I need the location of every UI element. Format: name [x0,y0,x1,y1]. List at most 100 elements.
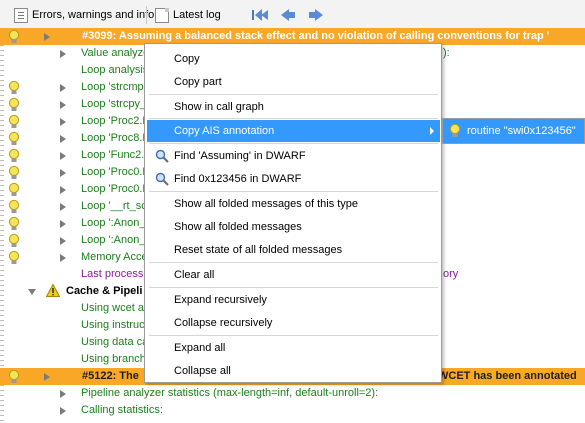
menu-item-label: Copy [174,53,200,65]
toolbar-divider [146,6,147,24]
tree-row-text: Value analyzer [81,47,153,59]
expand-right-icon[interactable] [60,203,66,211]
jump-first-icon [252,9,268,21]
menu-item-find-assuming[interactable]: Find 'Assuming' in DWARF [147,145,440,167]
menu-item-label: Copy part [174,76,222,88]
tree-row-text: Loop 'Func2.L [81,149,151,161]
tree-row-text: Using branch [81,353,146,365]
tree-row-text-tail: ): [443,47,450,59]
next-button[interactable] [306,6,326,24]
tree-row-text: #5122: The [82,370,139,382]
tree-row-text: Loop 'strcmp [81,81,144,93]
tree-row-text: Using data ca [81,336,149,348]
expand-right-icon[interactable] [44,373,50,381]
menu-item-show-call-graph[interactable]: Show in call graph [147,96,440,118]
tree-row[interactable]: Calling statistics: [0,402,585,419]
menu-item-reset-folded[interactable]: Reset state of all folded messages [147,239,440,261]
menu-item-label: Expand all [174,342,226,354]
menu-separator [149,191,438,192]
menu-item-show-folded-type[interactable]: Show all folded messages of this type [147,193,440,215]
warning-icon [45,283,61,297]
menu-item-label: Reset state of all folded messages [174,244,343,256]
expand-right-icon[interactable] [60,152,66,160]
menu-separator [149,335,438,336]
errors-warnings-label: Errors, warnings and info [32,9,155,21]
tree-row-text: #3099: Assuming a balanced stack effect … [82,30,550,42]
expand-right-icon[interactable] [60,135,66,143]
menu-item-expand-recursively[interactable]: Expand recursively [147,289,440,311]
menu-item-copy-part[interactable]: Copy part [147,71,440,93]
magnifier-icon [155,172,169,186]
menu-item-label: Show all folded messages [174,221,302,233]
tree-row-text: Using instruct [81,319,148,331]
menu-item-copy[interactable]: Copy [147,48,440,70]
expand-right-icon[interactable] [60,84,66,92]
magnifier-icon [155,149,169,163]
tree-row-text: Loop 'Proc2.L [81,115,149,127]
menu-item-label: Show all folded messages of this type [174,198,359,210]
tree-row-text: Loop 'Proc0.L [81,166,149,178]
menu-item-find-address[interactable]: Find 0x123456 in DWARF [147,168,440,190]
expand-right-icon[interactable] [60,407,66,415]
jump-to-first-button[interactable] [250,6,270,24]
menu-item-label: Collapse recursively [174,317,273,329]
submenu-arrow-icon [430,127,434,135]
tree-row-text: Using wcet ar [81,302,148,314]
previous-button[interactable] [278,6,298,24]
menu-item-label: Show in call graph [174,101,264,113]
menu-separator [149,287,438,288]
expand-right-icon[interactable] [60,50,66,58]
tree-row-text: Loop ':Anon_ [81,234,146,246]
message-list-icon [14,7,28,23]
menu-item-show-folded-all[interactable]: Show all folded messages [147,216,440,238]
errors-warnings-tab[interactable]: Errors, warnings and info [14,5,154,25]
tree-row-text: Pipeline analyzer statistics (max-length… [81,387,379,399]
tree-row-text: Memory Acce [81,251,148,263]
latest-log-label: Latest log [173,9,221,21]
expand-right-icon[interactable] [60,237,66,245]
tree-row-text: Loop ':Anon_ [81,217,146,229]
expand-right-icon[interactable] [60,186,66,194]
context-menu: Copy Copy part Show in call graph Copy A… [144,43,442,383]
tree-row-text: Loop analysis [81,64,149,76]
log-document-icon [155,7,169,23]
menu-separator [149,94,438,95]
expand-right-icon[interactable] [60,169,66,177]
menu-item-expand-all[interactable]: Expand all [147,337,440,359]
arrow-right-icon [309,9,323,21]
expand-right-icon[interactable] [60,118,66,126]
latest-log-tab[interactable]: Latest log [155,5,221,25]
submenu-routine-label: routine "swi0x123456" [467,125,576,137]
tree-row-text: Loop 'Proc8.L [81,132,149,144]
tree-row-text: Last process [81,268,144,280]
lightbulb-icon [449,123,461,137]
tree-row-text: Loop 'Proc0.L [81,183,149,195]
tree-row-text-tail: WCET has been annotated [438,370,577,382]
toolbar: Errors, warnings and info Latest log [0,0,585,30]
menu-item-label: Expand recursively [174,294,267,306]
menu-item-label: Collapse all [174,365,231,377]
menu-item-label: Find 0x123456 in DWARF [174,173,302,185]
menu-item-collapse-all[interactable]: Collapse all [147,360,440,382]
menu-item-collapse-recursively[interactable]: Collapse recursively [147,312,440,334]
tree-row-text-tail: ory [443,268,459,280]
expand-right-icon[interactable] [60,390,66,398]
menu-separator [149,143,438,144]
menu-separator [149,262,438,263]
tree-row-text: Cache & Pipeli [66,285,143,297]
expand-right-icon[interactable] [44,33,50,41]
menu-separator [149,118,438,119]
tree-row-text: Calling statistics: [81,404,163,416]
tree-row[interactable]: Pipeline analyzer statistics (max-length… [0,385,585,402]
menu-item-clear-all[interactable]: Clear all [147,264,440,286]
ais-annotation-submenu[interactable]: routine "swi0x123456" [442,118,585,144]
tree-row-text: Loop 'strcpy_ [81,98,147,110]
expand-down-icon[interactable] [28,289,36,295]
expand-right-icon[interactable] [60,220,66,228]
menu-item-label: Find 'Assuming' in DWARF [174,150,306,162]
menu-item-label: Clear all [174,269,215,281]
expand-right-icon[interactable] [60,101,66,109]
menu-item-copy-ais-annotation[interactable]: Copy AIS annotation [147,120,440,142]
expand-right-icon[interactable] [60,254,66,262]
tree-row-text: Loop '__rt_sc [81,200,147,212]
